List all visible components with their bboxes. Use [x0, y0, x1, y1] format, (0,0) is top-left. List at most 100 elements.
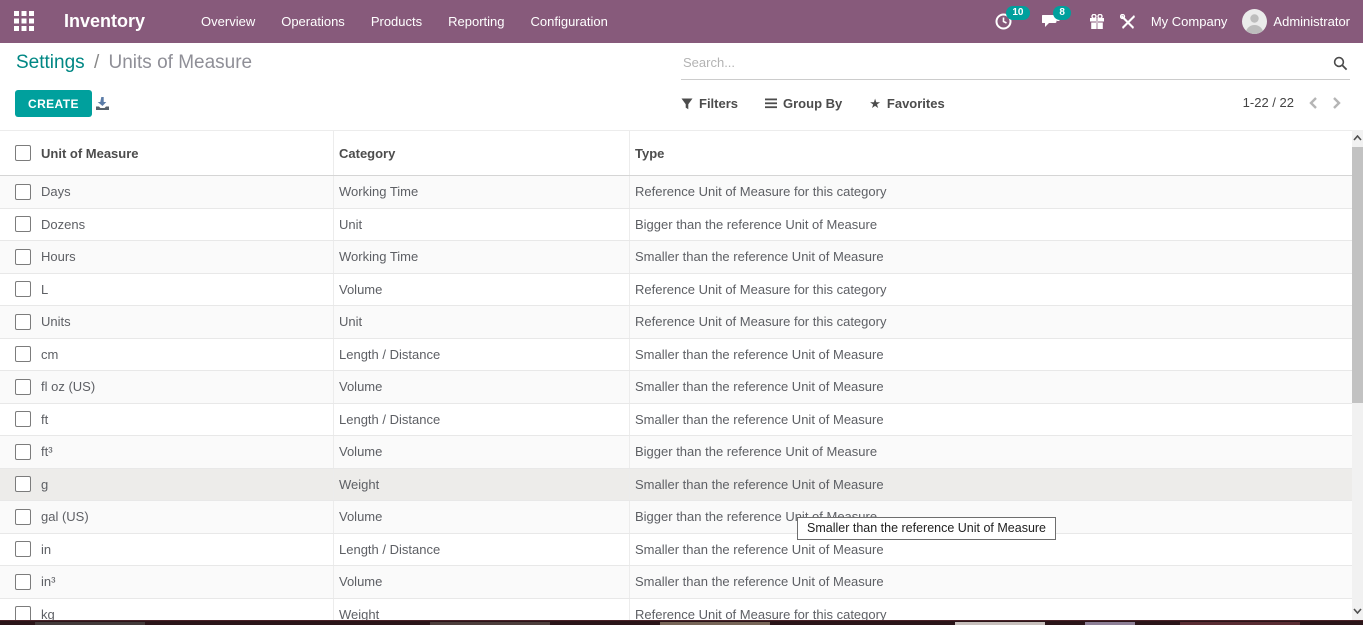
table-row[interactable]: ft³ Volume Bigger than the reference Uni… [0, 436, 1352, 469]
row-checkbox[interactable] [15, 574, 31, 590]
cell-unit-of-measure[interactable]: L [41, 282, 333, 297]
cell-category[interactable]: Weight [333, 469, 629, 501]
scroll-up-button[interactable] [1352, 130, 1363, 146]
row-checkbox[interactable] [15, 509, 31, 525]
cell-category[interactable]: Working Time [333, 176, 629, 208]
select-all-checkbox[interactable] [15, 145, 31, 161]
cell-type[interactable]: Bigger than the reference Unit of Measur… [629, 209, 1352, 241]
vertical-scrollbar[interactable] [1352, 130, 1363, 620]
table-body: Days Working Time Reference Unit of Meas… [0, 176, 1352, 622]
table-row[interactable]: g Weight Smaller than the reference Unit… [0, 469, 1352, 502]
cell-type[interactable]: Smaller than the reference Unit of Measu… [629, 566, 1352, 598]
table-row[interactable]: kg Weight Reference Unit of Measure for … [0, 599, 1352, 623]
row-checkbox[interactable] [15, 444, 31, 460]
pager-prev-button[interactable] [1308, 96, 1318, 110]
row-checkbox[interactable] [15, 379, 31, 395]
row-checkbox[interactable] [15, 476, 31, 492]
row-checkbox[interactable] [15, 346, 31, 362]
cell-category[interactable]: Volume [333, 371, 629, 403]
row-checkbox[interactable] [15, 411, 31, 427]
apps-grid-icon[interactable] [14, 11, 35, 32]
nav-menu-item[interactable]: Operations [281, 14, 345, 29]
row-checkbox[interactable] [15, 216, 31, 232]
row-checkbox[interactable] [15, 184, 31, 200]
row-checkbox[interactable] [15, 249, 31, 265]
cell-unit-of-measure[interactable]: g [41, 477, 333, 492]
cell-type[interactable]: Bigger than the reference Unit of Measur… [629, 436, 1352, 468]
cell-unit-of-measure[interactable]: Days [41, 184, 333, 199]
nav-menu-item[interactable]: Products [371, 14, 422, 29]
table-row[interactable]: cm Length / Distance Smaller than the re… [0, 339, 1352, 372]
nav-menu-item[interactable]: Reporting [448, 14, 504, 29]
cell-unit-of-measure[interactable]: fl oz (US) [41, 379, 333, 394]
row-checkbox[interactable] [15, 541, 31, 557]
scroll-down-button[interactable] [1352, 603, 1363, 619]
search-icon[interactable] [1333, 56, 1348, 71]
search-input[interactable] [681, 49, 1350, 80]
favorites-button[interactable]: ★ Favorites [869, 96, 944, 111]
filters-button[interactable]: Filters [681, 96, 738, 111]
table-row[interactable]: L Volume Reference Unit of Measure for t… [0, 274, 1352, 307]
nav-menu-item[interactable]: Configuration [531, 14, 608, 29]
cell-type[interactable]: Smaller than the reference Unit of Measu… [629, 469, 1352, 501]
pager-next-button[interactable] [1332, 96, 1342, 110]
table-row[interactable]: fl oz (US) Volume Smaller than the refer… [0, 371, 1352, 404]
cell-unit-of-measure[interactable]: in³ [41, 574, 333, 589]
cell-type[interactable]: Smaller than the reference Unit of Measu… [629, 339, 1352, 371]
app-name[interactable]: Inventory [64, 11, 145, 32]
cell-category[interactable]: Volume [333, 274, 629, 306]
tools-button[interactable] [1120, 14, 1136, 30]
cell-category[interactable]: Volume [333, 436, 629, 468]
gift-button[interactable] [1089, 14, 1105, 30]
create-button[interactable]: CREATE [15, 90, 92, 117]
cell-category[interactable]: Weight [333, 599, 629, 623]
cell-category[interactable]: Length / Distance [333, 339, 629, 371]
table-row[interactable]: gal (US) Volume Bigger than the referenc… [0, 501, 1352, 534]
header-unit-of-measure[interactable]: Unit of Measure [41, 146, 333, 161]
messages-button[interactable]: 8 [1042, 12, 1074, 32]
cell-type[interactable]: Smaller than the reference Unit of Measu… [629, 241, 1352, 273]
breadcrumb-settings-link[interactable]: Settings [16, 52, 85, 73]
cell-unit-of-measure[interactable]: in [41, 542, 333, 557]
export-button[interactable] [95, 96, 110, 111]
cell-category[interactable]: Working Time [333, 241, 629, 273]
group-by-button[interactable]: Group By [765, 96, 842, 111]
cell-type[interactable]: Reference Unit of Measure for this categ… [629, 306, 1352, 338]
cell-type[interactable]: Reference Unit of Measure for this categ… [629, 176, 1352, 208]
cell-unit-of-measure[interactable]: cm [41, 347, 333, 362]
table-row[interactable]: in³ Volume Smaller than the reference Un… [0, 566, 1352, 599]
row-checkbox[interactable] [15, 314, 31, 330]
table-row[interactable]: Hours Working Time Smaller than the refe… [0, 241, 1352, 274]
table-row[interactable]: Days Working Time Reference Unit of Meas… [0, 176, 1352, 209]
cell-type[interactable]: Reference Unit of Measure for this categ… [629, 599, 1352, 623]
cell-unit-of-measure[interactable]: gal (US) [41, 509, 333, 524]
cell-category[interactable]: Unit [333, 209, 629, 241]
cell-category[interactable]: Length / Distance [333, 534, 629, 566]
user-menu[interactable]: Administrator [1242, 9, 1350, 34]
cell-unit-of-measure[interactable]: ft [41, 412, 333, 427]
cell-category[interactable]: Volume [333, 566, 629, 598]
company-menu[interactable]: My Company [1151, 14, 1228, 29]
cell-unit-of-measure[interactable]: Units [41, 314, 333, 329]
cell-category[interactable]: Length / Distance [333, 404, 629, 436]
scroll-down-icon [1353, 608, 1362, 614]
odoo-inventory-screen: Inventory Overview Operations Products Repo… [0, 0, 1363, 625]
cell-type[interactable]: Reference Unit of Measure for this categ… [629, 274, 1352, 306]
table-row[interactable]: ft Length / Distance Smaller than the re… [0, 404, 1352, 437]
scrollbar-thumb[interactable] [1352, 147, 1363, 403]
header-category[interactable]: Category [333, 131, 629, 175]
cell-category[interactable]: Volume [333, 501, 629, 533]
cell-category[interactable]: Unit [333, 306, 629, 338]
row-checkbox[interactable] [15, 281, 31, 297]
cell-type[interactable]: Smaller than the reference Unit of Measu… [629, 371, 1352, 403]
cell-unit-of-measure[interactable]: Dozens [41, 217, 333, 232]
cell-unit-of-measure[interactable]: Hours [41, 249, 333, 264]
activities-button[interactable]: 10 [995, 12, 1027, 32]
table-row[interactable]: Dozens Unit Bigger than the reference Un… [0, 209, 1352, 242]
header-type[interactable]: Type [629, 131, 1352, 175]
table-row[interactable]: in Length / Distance Smaller than the re… [0, 534, 1352, 567]
nav-menu-item[interactable]: Overview [201, 14, 255, 29]
cell-unit-of-measure[interactable]: ft³ [41, 444, 333, 459]
table-row[interactable]: Units Unit Reference Unit of Measure for… [0, 306, 1352, 339]
cell-type[interactable]: Smaller than the reference Unit of Measu… [629, 404, 1352, 436]
